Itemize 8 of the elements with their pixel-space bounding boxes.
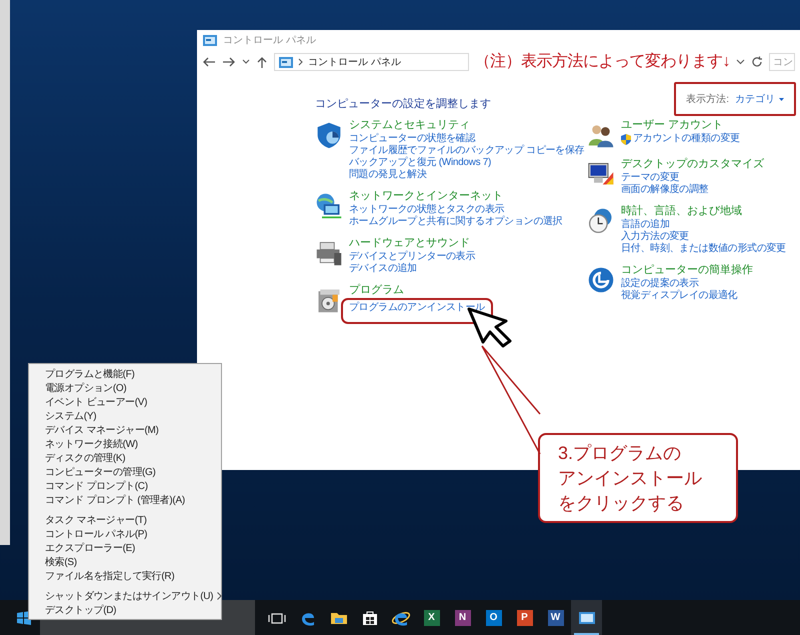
callout-text: 3.プログラムの: [558, 442, 682, 465]
callout-text: をクリックする: [558, 492, 685, 515]
window-title: コントロール パネル: [223, 34, 316, 48]
callout-text: アンインストール: [558, 467, 703, 490]
page-heading: コンピューターの設定を調整します: [315, 96, 491, 112]
search-placeholder: コン: [773, 56, 793, 70]
view-by-label: 表示方法:: [686, 92, 729, 106]
annotation-note: （注）表示方法によって変わります↓: [474, 52, 730, 72]
